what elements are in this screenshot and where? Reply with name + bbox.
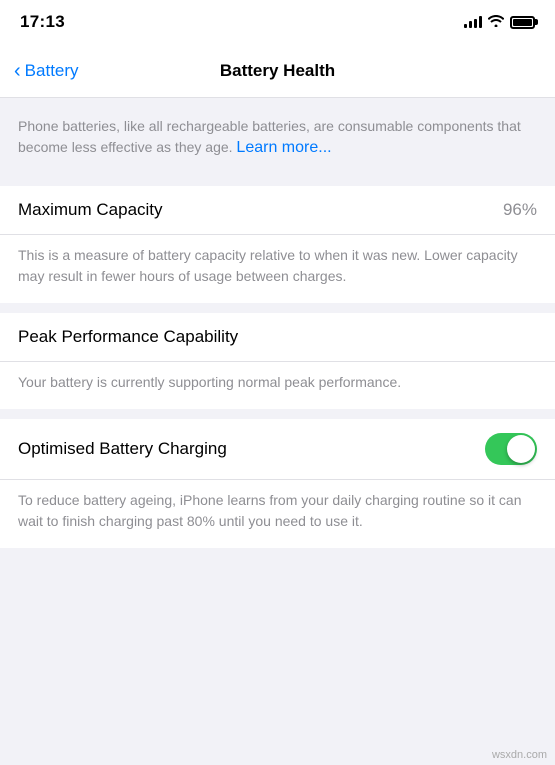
peak-performance-section: Peak Performance Capability Your battery…	[0, 313, 555, 409]
status-bar: 17:13	[0, 0, 555, 44]
peak-label: Peak Performance Capability	[18, 327, 238, 346]
back-label: Battery	[25, 61, 79, 81]
battery-fill	[513, 19, 532, 26]
toggle-knob	[507, 435, 535, 463]
signal-bar-1	[464, 24, 467, 28]
peak-description-box: Your battery is currently supporting nor…	[0, 362, 555, 409]
optimised-charging-toggle[interactable]	[485, 433, 537, 465]
signal-bar-4	[479, 16, 482, 28]
wifi-icon	[488, 14, 504, 30]
info-section: Phone batteries, like all rechargeable b…	[0, 98, 555, 176]
optimised-charging-description-box: To reduce battery ageing, iPhone learns …	[0, 480, 555, 548]
capacity-description: This is a measure of battery capacity re…	[18, 247, 518, 284]
section-divider-3	[0, 409, 555, 419]
peak-description: Your battery is currently supporting nor…	[18, 374, 401, 390]
status-icons	[464, 14, 535, 30]
capacity-label: Maximum Capacity	[18, 200, 163, 220]
page-title: Battery Health	[220, 61, 335, 81]
watermark: wsxdn.com	[492, 749, 547, 761]
section-divider-1	[0, 176, 555, 186]
optimised-charging-row: Optimised Battery Charging	[0, 419, 555, 480]
chevron-left-icon: ‹	[14, 61, 21, 81]
learn-more-link[interactable]: Learn more...	[236, 139, 331, 156]
signal-bars-icon	[464, 16, 482, 28]
status-time: 17:13	[20, 12, 65, 32]
signal-bar-2	[469, 21, 472, 28]
signal-bar-3	[474, 19, 477, 28]
nav-bar: ‹ Battery Battery Health	[0, 44, 555, 98]
optimised-charging-label: Optimised Battery Charging	[18, 439, 473, 459]
capacity-row: Maximum Capacity 96%	[0, 186, 555, 235]
peak-row: Peak Performance Capability	[0, 313, 555, 362]
optimised-charging-section: Optimised Battery Charging To reduce bat…	[0, 419, 555, 548]
maximum-capacity-section: Maximum Capacity 96% This is a measure o…	[0, 186, 555, 303]
battery-status-icon	[510, 16, 535, 29]
optimised-charging-description: To reduce battery ageing, iPhone learns …	[18, 492, 522, 529]
back-button[interactable]: ‹ Battery	[14, 61, 79, 81]
capacity-description-box: This is a measure of battery capacity re…	[0, 235, 555, 303]
section-divider-2	[0, 303, 555, 313]
capacity-value: 96%	[503, 200, 537, 220]
